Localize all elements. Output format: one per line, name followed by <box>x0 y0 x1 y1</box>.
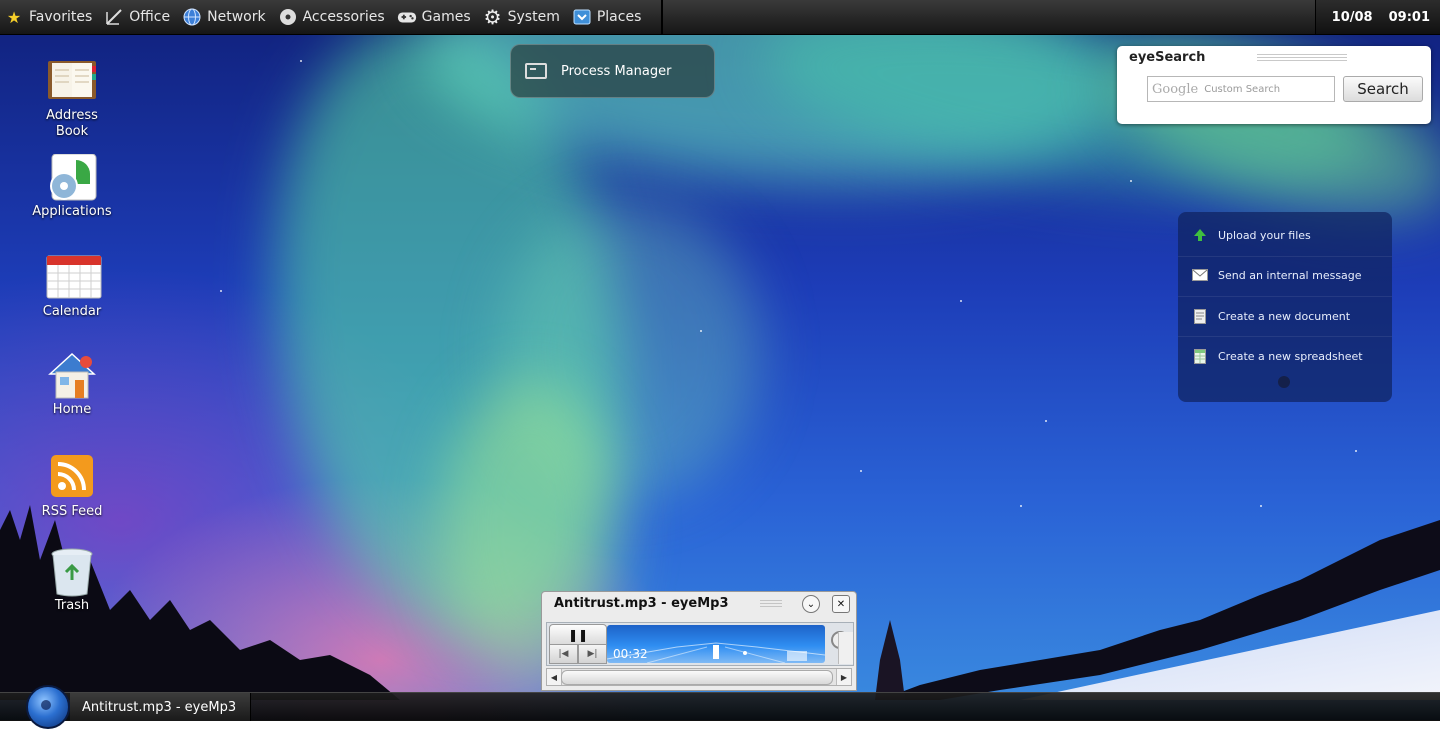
clock-date: 10/08 <box>1331 9 1373 25</box>
menu-network[interactable]: Network <box>178 0 273 34</box>
gamepad-icon <box>397 7 417 27</box>
pause-button[interactable]: ❚❚ <box>549 624 607 646</box>
action-label: Create a new spreadsheet <box>1218 349 1363 363</box>
monitor-icon <box>525 63 547 79</box>
action-upload-files[interactable]: Upload your files <box>1192 220 1382 250</box>
desktop-icon-trash[interactable]: Trash <box>22 548 122 614</box>
eyesearch-title: eyeSearch <box>1129 50 1206 65</box>
close-button[interactable]: ✕ <box>832 595 850 613</box>
panel-indicator <box>1278 376 1290 388</box>
menu-label: Accessories <box>302 9 385 25</box>
calendar-icon <box>46 254 102 299</box>
taskbar-item-label: Antitrust.mp3 - eyeMp3 <box>82 699 237 715</box>
eyemp3-window: Antitrust.mp3 - eyeMp3 ⌄ ✕ ❚❚ |◀ ▶| 00:3… <box>541 591 857 691</box>
menu-office[interactable]: Office <box>100 0 178 34</box>
player-display: 00:32 <box>607 625 825 663</box>
action-label: Send an internal message <box>1218 268 1362 282</box>
process-manager-launcher[interactable]: Process Manager <box>510 44 715 98</box>
desktop-icon-label: Trash <box>54 598 90 613</box>
desktop-icon-calendar[interactable]: Calendar <box>22 254 122 320</box>
drag-handle[interactable] <box>760 600 782 608</box>
drag-handle[interactable] <box>1257 54 1347 62</box>
trash-icon <box>46 548 98 597</box>
disc-icon <box>278 7 298 27</box>
search-placeholder: Custom Search <box>1204 83 1281 95</box>
action-send-message[interactable]: Send an internal message <box>1192 260 1382 290</box>
star-icon: ★ <box>6 7 22 27</box>
scroll-left-icon[interactable]: ◀ <box>547 669 562 685</box>
clock[interactable]: 10/08 09:01 <box>1314 0 1440 34</box>
process-manager-label: Process Manager <box>561 63 672 79</box>
menu-label: Favorites <box>29 9 93 25</box>
upload-arrow-icon <box>1192 227 1208 243</box>
vertical-scrollbar[interactable] <box>838 632 853 664</box>
next-icon: ▶| <box>587 649 598 659</box>
menu-label: Office <box>129 9 171 25</box>
action-label: Create a new document <box>1218 309 1351 323</box>
scroll-right-icon[interactable]: ▶ <box>836 669 851 685</box>
menu-label: Places <box>596 9 642 25</box>
spreadsheet-icon <box>1192 348 1208 364</box>
search-input[interactable]: Google Custom Search <box>1147 76 1335 102</box>
minimize-button[interactable]: ⌄ <box>802 595 820 613</box>
menu-games[interactable]: Games <box>393 0 479 34</box>
rss-icon <box>46 454 98 498</box>
envelope-icon <box>1192 267 1208 283</box>
top-panel: ★ Favorites Office Network Accessories G… <box>0 0 1440 35</box>
desktop-icon-rss-feed[interactable]: RSS Feed <box>22 454 122 520</box>
taskbar-item[interactable]: Antitrust.mp3 - eyeMp3 <box>70 693 252 721</box>
google-logo: Google <box>1152 81 1199 97</box>
pencil-ruler-icon <box>104 7 124 27</box>
action-label: Upload your files <box>1218 228 1311 242</box>
top-menu: ★ Favorites Office Network Accessories G… <box>0 0 664 34</box>
search-button[interactable]: Search <box>1343 76 1423 102</box>
menu-favorites[interactable]: ★ Favorites <box>0 0 100 34</box>
start-button[interactable] <box>26 685 70 729</box>
player-controls: ❚❚ |◀ ▶| 00:32 <box>546 622 854 666</box>
menu-label: System <box>507 9 560 25</box>
scroll-thumb[interactable] <box>561 670 833 685</box>
playback-time: 00:32 <box>613 647 648 661</box>
menu-divider <box>661 0 664 34</box>
desktop-icon-address-book[interactable]: Address Book <box>22 58 122 140</box>
previous-icon: |◀ <box>558 649 569 659</box>
chevron-down-icon: ⌄ <box>806 598 816 610</box>
desktop-icon-label: RSS Feed <box>41 504 103 519</box>
menu-system[interactable]: ⚙ System <box>479 0 568 34</box>
gear-icon: ⚙ <box>483 5 502 29</box>
menu-label: Network <box>207 9 266 25</box>
close-icon: ✕ <box>836 598 846 610</box>
globe-icon <box>182 7 202 27</box>
quick-actions-panel: Upload your files Send an internal messa… <box>1178 212 1392 402</box>
action-new-spreadsheet[interactable]: Create a new spreadsheet <box>1192 341 1382 371</box>
desktop-icon-label: Home <box>52 402 92 417</box>
applications-icon <box>46 153 98 201</box>
desktop-icon-applications[interactable]: Applications <box>22 153 122 220</box>
menu-places[interactable]: Places <box>568 0 650 34</box>
pause-icon: ❚❚ <box>567 628 589 642</box>
menu-label: Games <box>421 9 471 25</box>
home-icon <box>46 352 98 399</box>
action-new-document[interactable]: Create a new document <box>1192 301 1382 331</box>
document-icon <box>1192 308 1208 324</box>
desktop-icon-label: Calendar <box>42 304 102 319</box>
desktop-icon-label: Address Book <box>46 108 98 139</box>
window-title: Antitrust.mp3 - eyeMp3 <box>554 596 729 611</box>
eyesearch-widget: eyeSearch Google Custom Search Search <box>1117 46 1431 124</box>
next-track-button[interactable]: ▶| <box>578 644 607 664</box>
address-book-icon <box>46 58 98 102</box>
menu-accessories[interactable]: Accessories <box>274 0 393 34</box>
desktop-icon-label: Applications <box>32 204 112 219</box>
horizontal-scrollbar[interactable]: ◀ ▶ <box>546 668 852 686</box>
folder-icon <box>572 7 592 27</box>
desktop-icon-home[interactable]: Home <box>22 352 122 418</box>
clock-time: 09:01 <box>1388 9 1430 25</box>
previous-track-button[interactable]: |◀ <box>549 644 578 664</box>
bottom-taskbar: Antitrust.mp3 - eyeMp3 <box>0 685 1440 729</box>
